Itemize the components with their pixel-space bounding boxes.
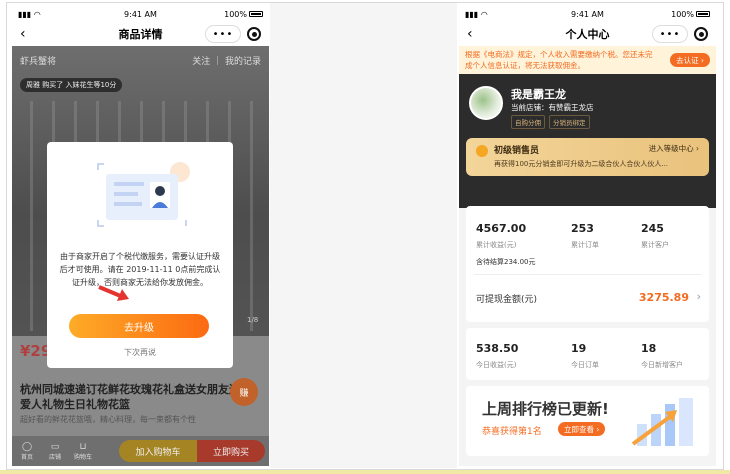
total-orders: 253 xyxy=(571,222,594,235)
status-bar: ▮▮▮ ◠ 9:41 AM 100% xyxy=(459,6,716,22)
today-customers-label: 今日新增客户 xyxy=(641,361,683,369)
today-income: 538.50 xyxy=(476,342,519,355)
follow-link[interactable]: 关注 xyxy=(192,57,210,67)
buy-now-button[interactable]: 立即购买 xyxy=(197,440,265,462)
total-customers: 245 xyxy=(641,222,664,235)
tab-home[interactable]: ◯ 首页 xyxy=(16,442,38,461)
battery-icon xyxy=(249,11,263,17)
upgrade-modal: 由于商家开启了个税代缴服务，需要认证升级后才可使用。请在 2019-11-11 … xyxy=(47,142,233,368)
level-center-link[interactable]: 进入等级中心 › xyxy=(649,143,699,154)
back-icon[interactable]: ‹ xyxy=(20,26,26,42)
level-card[interactable]: 初级销售员 进入等级中心 › 再获得100元分销金即可升级为二级合伙人合伙人伙人… xyxy=(466,138,709,176)
shop-row: 虾兵蟹将 关注 ｜ 我的记录 xyxy=(20,54,261,67)
withdraw-label: 可提现金额(元) xyxy=(476,295,538,305)
today-income-label: 今日收益(元) xyxy=(476,361,517,369)
tag-distributor-binding: 分销员绑定 xyxy=(549,115,590,129)
total-orders-label: 累计订单 xyxy=(571,241,599,249)
status-bar: ▮▮▮ ◠ 9:41 AM 100% xyxy=(12,6,269,22)
battery-icon xyxy=(696,11,710,17)
shop-name[interactable]: 虾兵蟹将 xyxy=(20,54,56,67)
withdraw-amount[interactable]: 3275.89 xyxy=(639,291,689,304)
tab-bar: ◯ 首页 ▭ 店铺 ⊔ 购物车 加入购物车 立即购买 xyxy=(12,436,269,466)
chevron-right-icon[interactable]: › xyxy=(697,290,701,303)
gutter xyxy=(270,3,457,468)
current-shop: 当前店铺：有赞霸王龙店 xyxy=(511,103,594,112)
close-miniapp-button[interactable] xyxy=(694,27,708,41)
product-desc: 超好看的鲜花花篮哦，精心料理，每一束都有个性 xyxy=(20,415,196,424)
user-name: 我是霸王龙 xyxy=(511,88,566,101)
back-icon[interactable]: ‹ xyxy=(467,26,473,42)
tag-self-commission: 自购分佣 xyxy=(511,115,545,129)
add-cart-button[interactable]: 加入购物车 xyxy=(119,440,197,462)
page-indicator: 1/8 xyxy=(247,316,259,324)
avatar[interactable] xyxy=(469,86,503,120)
more-button[interactable]: ••• xyxy=(652,25,688,43)
product-title: 杭州同城速递订花鲜花玫瑰花礼盒送女朋友送爱人礼物生日礼物花篮 xyxy=(20,383,240,411)
total-customers-label: 累计客户 xyxy=(641,241,669,249)
stats-card: 4567.00 累计收益(元) 253 累计订单 245 累计客户 含待结算23… xyxy=(466,206,709,322)
view-rank-button[interactable]: 立即查看 › xyxy=(558,422,606,436)
earn-badge[interactable]: 赚 xyxy=(230,378,258,406)
rank-title: 上周排行榜已更新! xyxy=(482,400,609,418)
bottom-strip xyxy=(0,470,730,474)
battery-text: 100% xyxy=(671,9,694,19)
cart-icon: ⊔ xyxy=(79,441,87,452)
verify-button[interactable]: 去认证 › xyxy=(670,53,710,67)
settled-amount: 含待结算234.00元 xyxy=(476,258,536,266)
purchase-tip: 周雅 购买了 入妹花生等10分 xyxy=(20,78,123,92)
today-orders-label: 今日订单 xyxy=(571,361,599,369)
right-phone: ▮▮▮ ◠ 9:41 AM 100% ‹ 个人中心 ••• 根据《电商法》规定，… xyxy=(459,6,716,466)
rank-banner[interactable]: 上周排行榜已更新! 恭喜获得第1名 立即查看 › xyxy=(466,386,709,456)
profile-header: 我是霸王龙 当前店铺：有赞霸王龙店 自购分佣 分销员绑定 初级销售员 进入等级中心… xyxy=(459,74,716,208)
battery-text: 100% xyxy=(224,9,247,19)
today-stats-card: 538.50 今日收益(元) 19 今日订单 18 今日新增客户 xyxy=(466,328,709,380)
rank-sub: 恭喜获得第1名 xyxy=(482,427,542,437)
left-phone: ▮▮▮ ◠ 9:41 AM 100% ‹ 商品详情 ••• 虾兵蟹将 关注 ｜ … xyxy=(12,6,269,466)
certificate-illustration xyxy=(97,162,190,227)
upgrade-button[interactable]: 去升级 xyxy=(69,314,209,338)
level-desc: 再获得100元分销金即可升级为二级合伙人合伙人伙人... xyxy=(494,160,669,168)
today-orders: 19 xyxy=(571,342,587,355)
close-miniapp-button[interactable] xyxy=(247,27,261,41)
tax-notice: 根据《电商法》规定，个人收入需要缴纳个税。您还未完成个人信息认证，将无法获取佣金… xyxy=(459,46,716,74)
total-income-label: 累计收益(元) xyxy=(476,241,517,249)
bulb-icon xyxy=(476,145,488,157)
notice-text: 根据《电商法》规定，个人收入需要缴纳个税。您还未完成个人信息认证，将无法获取佣金… xyxy=(465,50,653,70)
shop-icon: ▭ xyxy=(50,441,60,452)
nav-bar: ‹ 个人中心 ••• xyxy=(459,22,716,46)
nav-bar: ‹ 商品详情 ••• xyxy=(12,22,269,46)
today-customers: 18 xyxy=(641,342,657,355)
later-button[interactable]: 下次再说 xyxy=(47,347,233,358)
chart-rising-icon xyxy=(631,398,693,446)
modal-text: 由于商家开启了个税代缴服务，需要认证升级后才可使用。请在 2019-11-11 … xyxy=(59,252,221,287)
more-button[interactable]: ••• xyxy=(205,25,241,43)
tab-shop[interactable]: ▭ 店铺 xyxy=(44,442,66,461)
level-name: 初级销售员 xyxy=(494,146,540,156)
home-icon: ◯ xyxy=(21,441,33,452)
total-income: 4567.00 xyxy=(476,222,527,235)
records-link[interactable]: 我的记录 xyxy=(225,57,261,67)
tab-cart[interactable]: ⊔ 购物车 xyxy=(72,442,94,461)
red-arrow-icon xyxy=(98,285,129,301)
divider xyxy=(474,274,701,275)
